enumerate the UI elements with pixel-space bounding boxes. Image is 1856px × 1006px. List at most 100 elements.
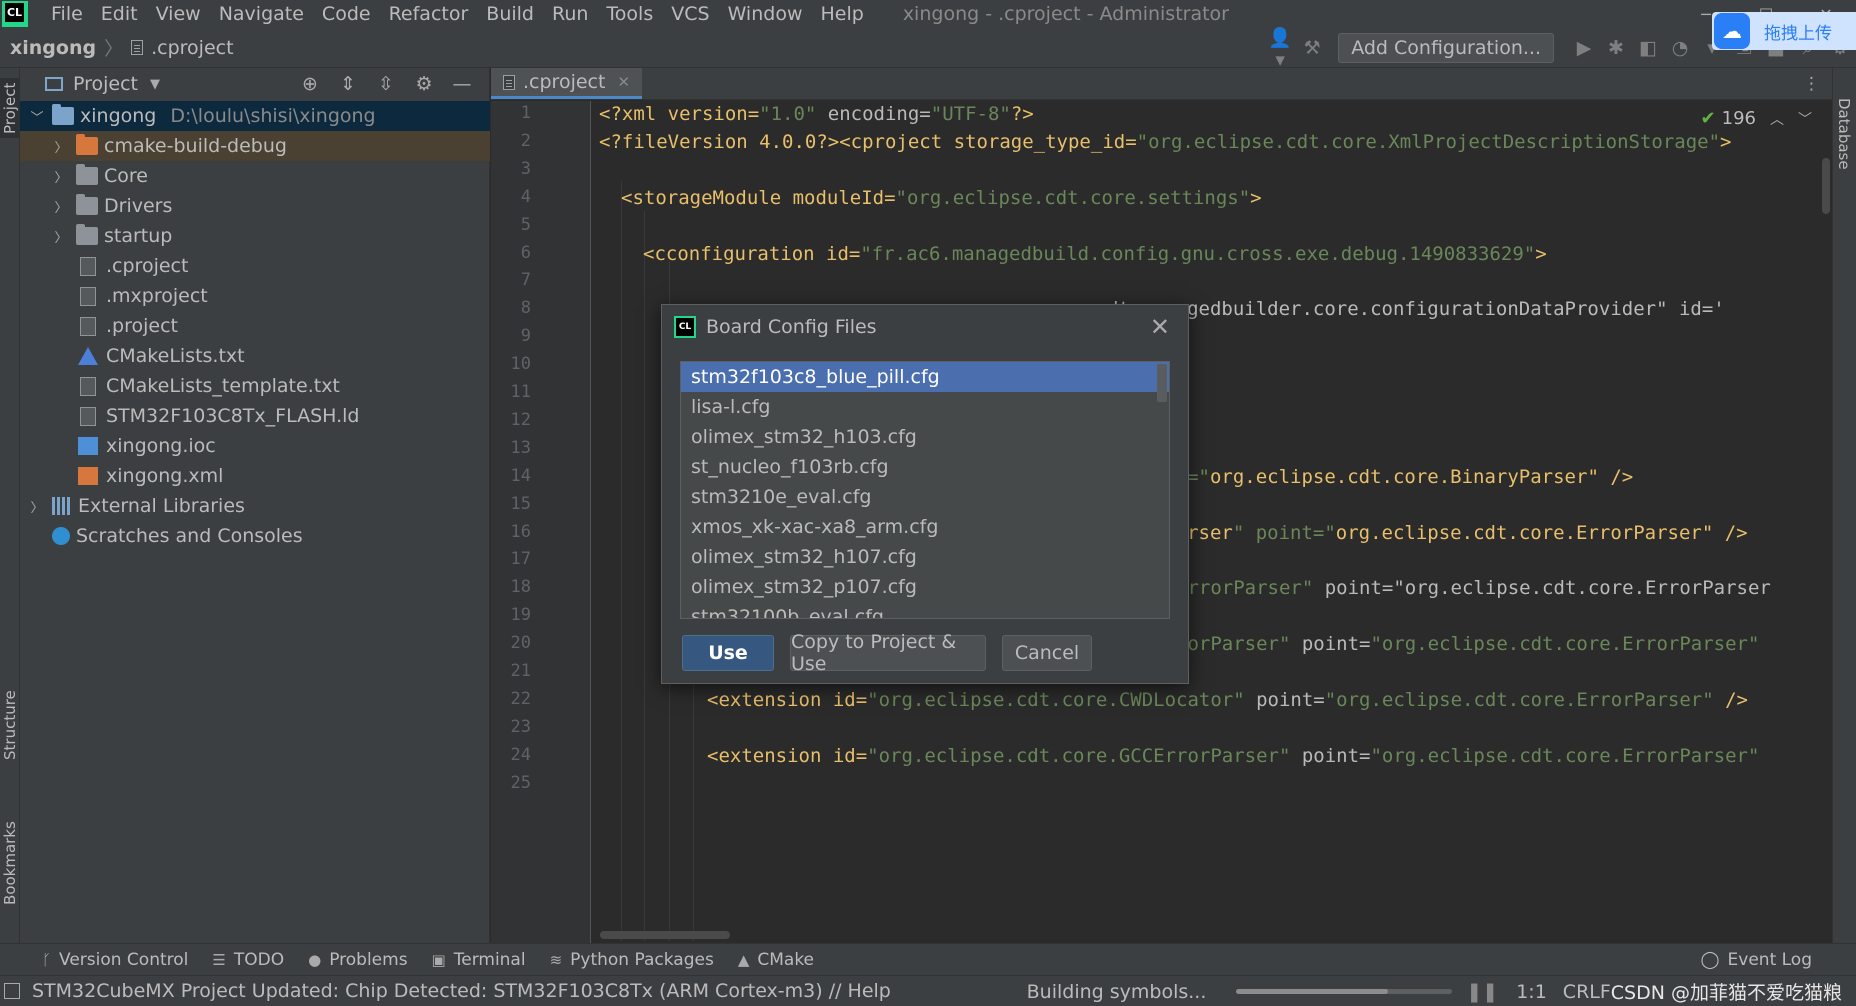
previous-highlight-icon[interactable]: ︿ — [1770, 109, 1784, 129]
status-message[interactable]: STM32CubeMX Project Updated: Chip Detect… — [32, 980, 891, 1002]
line-number: 20 — [510, 633, 531, 654]
tool-tab-database[interactable]: Database — [1835, 98, 1853, 170]
options-gear-icon[interactable]: ⚙ — [405, 73, 443, 95]
chevron-down-icon[interactable]: ▼ — [150, 77, 160, 92]
board-config-item[interactable]: lisa-l.cfg — [681, 392, 1169, 422]
menu-view[interactable]: View — [147, 3, 210, 25]
expand-all-icon[interactable]: ⇕ — [329, 73, 367, 95]
line-number: 1 — [520, 103, 531, 123]
tree-item[interactable]: ﹀ xingong D:\loulu\shisi\xingong — [20, 101, 490, 131]
board-config-item[interactable]: stm32f103c8_blue_pill.cfg — [681, 362, 1169, 392]
project-panel-title[interactable]: Project — [73, 73, 138, 95]
chevron-right-icon[interactable]: 〉 — [30, 497, 44, 516]
tree-item[interactable]: 〉 startup — [20, 221, 490, 251]
tool-problems[interactable]: ● Problems — [308, 950, 407, 970]
menu-tools[interactable]: Tools — [597, 3, 662, 25]
tool-tab-bookmarks[interactable]: Bookmarks — [0, 808, 20, 918]
line-separator[interactable]: CRLF — [1563, 981, 1611, 1003]
pause-icon[interactable]: ❚❚ — [1466, 981, 1498, 1003]
board-config-item[interactable]: xmos_xk-xac-xa8_arm.cfg — [681, 512, 1169, 542]
tree-item[interactable]: .project — [20, 311, 490, 341]
menu-help[interactable]: Help — [811, 3, 872, 25]
tool-event-log[interactable]: ◯ Event Log — [1701, 944, 1813, 976]
profile-icon[interactable]: ◔ — [1664, 37, 1696, 59]
tree-item[interactable]: .mxproject — [20, 281, 490, 311]
breadcrumb-project[interactable]: xingong — [10, 37, 96, 59]
next-highlight-icon[interactable]: ﹀ — [1798, 109, 1812, 129]
tool-tab-structure[interactable]: Structure — [0, 680, 20, 770]
tree-item[interactable]: 〉 cmake-build-debug — [20, 131, 490, 161]
tree-item[interactable]: STM32F103C8Tx_FLASH.ld — [20, 401, 490, 431]
tree-item-label: cmake-build-debug — [104, 135, 287, 157]
coverage-icon[interactable]: ◧ — [1632, 37, 1664, 59]
chevron-right-icon[interactable]: 〉 — [54, 167, 68, 186]
use-button[interactable]: Use — [682, 635, 774, 671]
tool-todo[interactable]: ☰ TODO — [212, 950, 284, 970]
tree-item[interactable]: CMakeLists_template.txt — [20, 371, 490, 401]
code-line: <extension id="org.eclipse.cdt.core.GCCE… — [707, 744, 1760, 767]
tree-item[interactable]: xingong.xml — [20, 461, 490, 491]
menu-vcs[interactable]: VCS — [662, 3, 718, 25]
upload-widget[interactable]: ☁ 拖拽上传 — [1712, 12, 1856, 50]
close-tab-icon[interactable]: ✕ — [617, 73, 630, 91]
menu-window[interactable]: Window — [719, 3, 812, 25]
tool-cmake[interactable]: ▲ CMake — [738, 950, 814, 970]
breadcrumb-file-label: .cproject — [151, 36, 234, 59]
editor-tab-cproject[interactable]: .cproject ✕ — [491, 68, 643, 99]
breadcrumb-file[interactable]: .cproject — [131, 36, 234, 59]
menu-run[interactable]: Run — [543, 3, 597, 25]
menu-file[interactable]: File — [42, 3, 92, 25]
collapse-all-icon[interactable]: ⇳ — [367, 73, 405, 95]
board-config-item[interactable]: stm32100b_eval.cfg — [681, 602, 1169, 618]
board-config-item[interactable]: st_nucleo_f103rb.cfg — [681, 452, 1169, 482]
add-configuration-button[interactable]: Add Configuration... — [1338, 33, 1554, 63]
user-icon[interactable]: 👤▾ — [1264, 26, 1296, 71]
vertical-scrollbar[interactable] — [1822, 158, 1830, 214]
horizontal-scrollbar[interactable] — [600, 931, 730, 939]
tool-python-packages[interactable]: ≋ Python Packages — [550, 950, 714, 970]
line-number: 14 — [510, 465, 531, 486]
run-icon[interactable]: ▶ — [1568, 37, 1600, 59]
caret-position[interactable]: 1:1 — [1516, 981, 1547, 1003]
menu-edit[interactable]: Edit — [92, 3, 147, 25]
tree-item[interactable]: .cproject — [20, 251, 490, 281]
board-config-list[interactable]: stm32f103c8_blue_pill.cfg lisa-l.cfg olime… — [680, 361, 1170, 619]
tree-item[interactable]: 〉 Core — [20, 161, 490, 191]
chevron-right-icon[interactable]: 〉 — [54, 227, 68, 246]
cancel-button[interactable]: Cancel — [1002, 635, 1092, 671]
inspection-widget[interactable]: ✔ 196 ︿ ﹀ — [1701, 108, 1812, 129]
status-toggle-icon[interactable] — [4, 983, 20, 999]
csdn-watermark: CSDN @加菲猫不爱吃猫粮 — [1610, 982, 1842, 1004]
menu-code[interactable]: Code — [313, 3, 380, 25]
tree-item[interactable]: Scratches and Consoles — [20, 521, 490, 551]
hide-panel-icon[interactable]: — — [443, 73, 481, 95]
chevron-right-icon[interactable]: 〉 — [54, 197, 68, 216]
chevron-right-icon[interactable]: 〉 — [54, 137, 68, 156]
locate-file-icon[interactable]: ⊕ — [291, 73, 329, 95]
tree-item[interactable]: xingong.ioc — [20, 431, 490, 461]
tree-item[interactable]: 〉 External Libraries — [20, 491, 490, 521]
folder-icon — [76, 224, 98, 245]
menu-build[interactable]: Build — [477, 3, 543, 25]
board-config-item[interactable]: olimex_stm32_h107.cfg — [681, 542, 1169, 572]
board-config-item[interactable]: olimex_stm32_h103.cfg — [681, 422, 1169, 452]
board-config-item[interactable]: stm3210e_eval.cfg — [681, 482, 1169, 512]
more-options-icon[interactable]: ⋮ — [1803, 74, 1820, 94]
board-config-item[interactable]: olimex_stm32_p107.cfg — [681, 572, 1169, 602]
tree-item[interactable]: CMakeLists.txt — [20, 341, 490, 371]
list-icon: ☰ — [212, 950, 226, 969]
debug-icon[interactable]: ✱ — [1600, 37, 1632, 59]
tool-terminal[interactable]: ▣ Terminal — [432, 950, 526, 970]
tool-tab-project[interactable]: Project — [0, 78, 20, 138]
list-scrollbar[interactable] — [1157, 364, 1167, 402]
menu-navigate[interactable]: Navigate — [210, 3, 313, 25]
tool-version-control[interactable]: ᚴ Version Control — [42, 950, 188, 970]
indent-guide — [644, 211, 645, 941]
copy-to-project-and-use-button[interactable]: Copy to Project & Use — [790, 631, 986, 675]
background-task-label[interactable]: Building symbols... — [1027, 981, 1207, 1003]
chevron-down-icon[interactable]: ﹀ — [30, 107, 44, 126]
close-icon[interactable]: ✕ — [1150, 313, 1170, 341]
tree-item[interactable]: 〉 Drivers — [20, 191, 490, 221]
menu-refactor[interactable]: Refactor — [380, 3, 478, 25]
hammer-build-icon[interactable]: ⚒ — [1296, 37, 1328, 59]
